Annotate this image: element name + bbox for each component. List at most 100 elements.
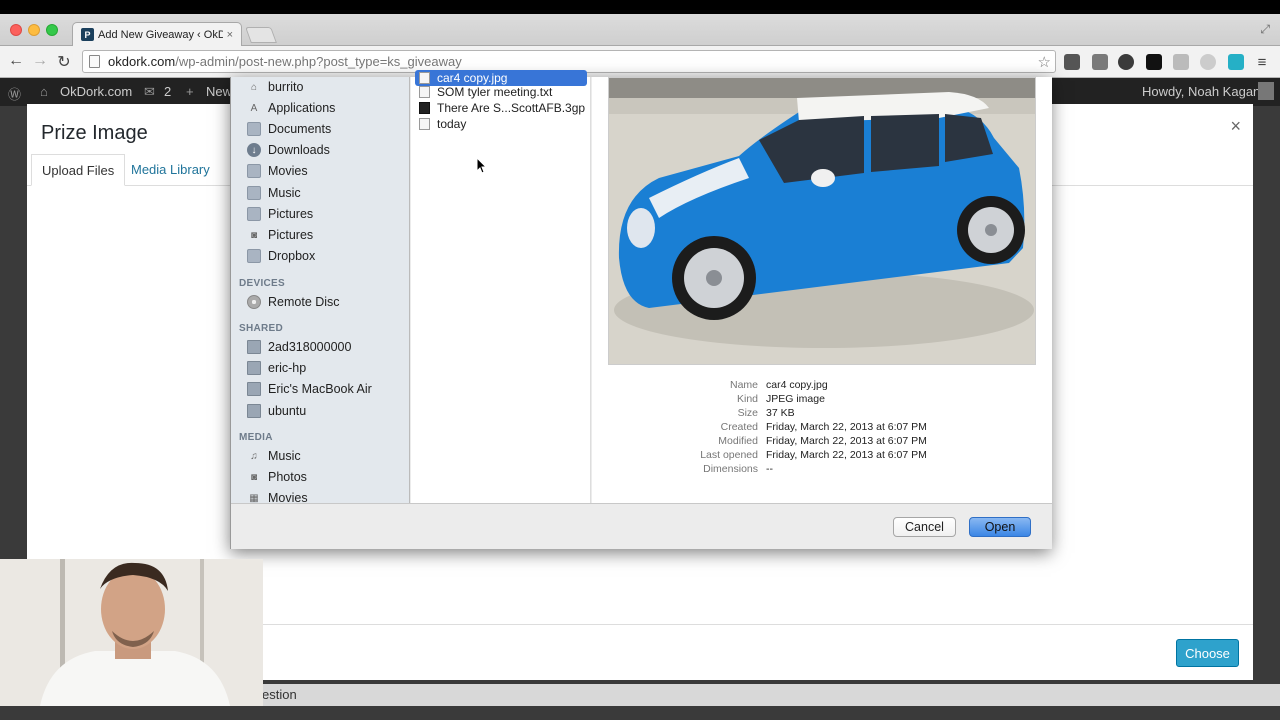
back-button[interactable]: ← <box>6 52 26 70</box>
sidebar-item-label: Documents <box>268 122 332 136</box>
bookmark-star-icon[interactable]: ☆ <box>1038 53 1051 71</box>
file-item-som-tyler[interactable]: SOM tyler meeting.txt <box>415 84 587 100</box>
sidebar-item-photos[interactable]: ◙ Photos <box>247 467 307 487</box>
sidebar-item-label: Pictures <box>268 207 314 221</box>
favicon-icon: P <box>81 28 94 41</box>
download-icon: ↓ <box>247 143 261 157</box>
window-close-button[interactable] <box>10 24 22 36</box>
tab-close-icon[interactable]: × <box>227 29 233 41</box>
info-label: Created <box>720 421 758 433</box>
image-file-icon <box>419 72 430 84</box>
camera-extension-icon[interactable] <box>1118 54 1134 70</box>
sidebar-item-remote-disc[interactable]: Remote Disc <box>247 292 340 312</box>
admin-bar-new[interactable]: New <box>206 84 232 99</box>
music-note-icon: ♫ <box>250 450 258 462</box>
admin-bar-comments[interactable]: 2 <box>164 84 171 99</box>
sidebar-heading-shared: SHARED <box>239 323 284 334</box>
info-value: 37 KB <box>766 407 795 419</box>
document-file-icon <box>419 118 430 130</box>
info-label: Modified <box>718 435 758 447</box>
sidebar-item-pictures-2[interactable]: ◙ Pictures <box>247 225 313 245</box>
sidebar-item-media-movies[interactable]: ▦ Movies <box>247 488 308 503</box>
home-icon: ⌂ <box>250 81 258 93</box>
sidebar-heading-media: MEDIA <box>239 432 273 443</box>
file-item-scottafb[interactable]: There Are S...ScottAFB.3gp <box>415 100 587 116</box>
sidebar-item-eric-hp[interactable]: eric-hp <box>247 358 306 378</box>
computer-icon <box>247 340 261 354</box>
close-icon[interactable]: × <box>1230 116 1241 137</box>
home-icon: ⌂ <box>40 84 48 99</box>
folder-icon <box>247 186 261 200</box>
file-name: SOM tyler meeting.txt <box>437 85 553 99</box>
applications-icon: A <box>250 102 258 114</box>
info-row-size: Size 37 KB <box>632 407 1032 419</box>
sidebar-item-label: burrito <box>268 80 304 94</box>
file-list: car4 copy.jpg SOM tyler meeting.txt Ther… <box>411 70 591 503</box>
browser-tab-active[interactable]: P Add New Giveaway ‹ OkDo × <box>72 22 242 46</box>
folder-icon <box>247 122 261 136</box>
computer-icon <box>247 361 261 375</box>
tab-upload-files[interactable]: Upload Files <box>31 154 126 186</box>
text-file-icon <box>419 86 430 98</box>
wp-logo-icon[interactable]: Ⓦ <box>8 84 21 103</box>
reload-button[interactable]: ↻ <box>54 52 74 72</box>
sidebar-item-label: Movies <box>268 491 308 503</box>
window-maximize-button[interactable] <box>46 24 58 36</box>
info-value: Friday, March 22, 2013 at 6:07 PM <box>766 449 927 461</box>
preview-pane: Name car4 copy.jpg Kind JPEG image Size … <box>592 77 1052 503</box>
forward-button[interactable]: → <box>30 52 50 70</box>
sidebar-item-media-music[interactable]: ♫ Music <box>247 446 301 466</box>
sidebar-item-downloads[interactable]: ↓ Downloads <box>247 140 330 160</box>
sidebar-item-dropbox[interactable]: Dropbox <box>247 246 315 266</box>
window-minimize-button[interactable] <box>28 24 40 36</box>
camera-icon: ◙ <box>250 229 258 241</box>
sidebar-heading-devices: DEVICES <box>239 278 286 289</box>
disc-icon <box>247 295 261 309</box>
info-row-created: Created Friday, March 22, 2013 at 6:07 P… <box>632 421 1032 433</box>
file-name: today <box>437 117 467 131</box>
folder-icon <box>247 249 261 263</box>
sidebar-item-label: Music <box>268 449 301 463</box>
sidebar-item-movies[interactable]: Movies <box>247 161 308 181</box>
cast-extension-icon[interactable] <box>1173 54 1189 70</box>
dialog-footer: Cancel Open <box>231 503 1052 549</box>
power-extension-icon[interactable] <box>1200 54 1216 70</box>
pocket-extension-icon[interactable] <box>1064 54 1080 70</box>
fullscreen-icon[interactable]: ⤢ <box>1260 22 1270 37</box>
q-extension-icon[interactable] <box>1146 54 1162 70</box>
choose-button[interactable]: Choose <box>1176 639 1239 667</box>
file-item-today[interactable]: today <box>415 116 587 132</box>
buffer-extension-icon[interactable] <box>1228 54 1244 70</box>
finder-sidebar: ⌂ burrito A Applications Documents ↓ Dow… <box>231 77 410 503</box>
sidebar-item-shared-computer[interactable]: 2ad318000000 <box>247 337 351 357</box>
sidebar-item-applications[interactable]: A Applications <box>247 98 336 118</box>
sidebar-item-pictures[interactable]: Pictures <box>247 204 313 224</box>
tab-title: Add New Giveaway ‹ OkDo <box>98 28 223 41</box>
folder-icon <box>247 164 261 178</box>
open-button[interactable]: Open <box>969 517 1031 537</box>
avatar[interactable] <box>1258 82 1274 100</box>
info-row-last-opened: Last opened Friday, March 22, 2013 at 6:… <box>632 449 1032 461</box>
cancel-button[interactable]: Cancel <box>893 517 956 537</box>
info-label: Name <box>729 379 758 391</box>
url-path: /wp-admin/post-new.php?post_type=ks_give… <box>175 54 462 69</box>
tab-media-library[interactable]: Media Library <box>121 154 220 186</box>
info-value: -- <box>766 463 773 475</box>
car-preview-image <box>608 77 1036 365</box>
sidebar-item-music[interactable]: Music <box>247 183 301 203</box>
new-tab-button[interactable] <box>245 27 277 43</box>
eyedropper-extension-icon[interactable] <box>1092 54 1108 70</box>
menu-icon[interactable]: ≡ <box>1254 54 1270 71</box>
computer-icon <box>247 382 261 396</box>
url-host: okdork.com <box>108 54 176 69</box>
info-label: Size <box>737 407 758 419</box>
page-icon <box>89 55 100 68</box>
admin-bar-howdy[interactable]: Howdy, Noah Kagan <box>1142 84 1260 99</box>
sidebar-item-ubuntu[interactable]: ubuntu <box>247 401 306 421</box>
sidebar-item-documents[interactable]: Documents <box>247 119 331 139</box>
sidebar-item-burrito[interactable]: ⌂ burrito <box>247 77 303 97</box>
folder-icon <box>247 207 261 221</box>
sidebar-item-erics-macbook-air[interactable]: Eric's MacBook Air <box>247 379 372 399</box>
sidebar-item-label: Pictures <box>268 228 314 242</box>
admin-bar-site[interactable]: OkDork.com <box>60 84 132 99</box>
